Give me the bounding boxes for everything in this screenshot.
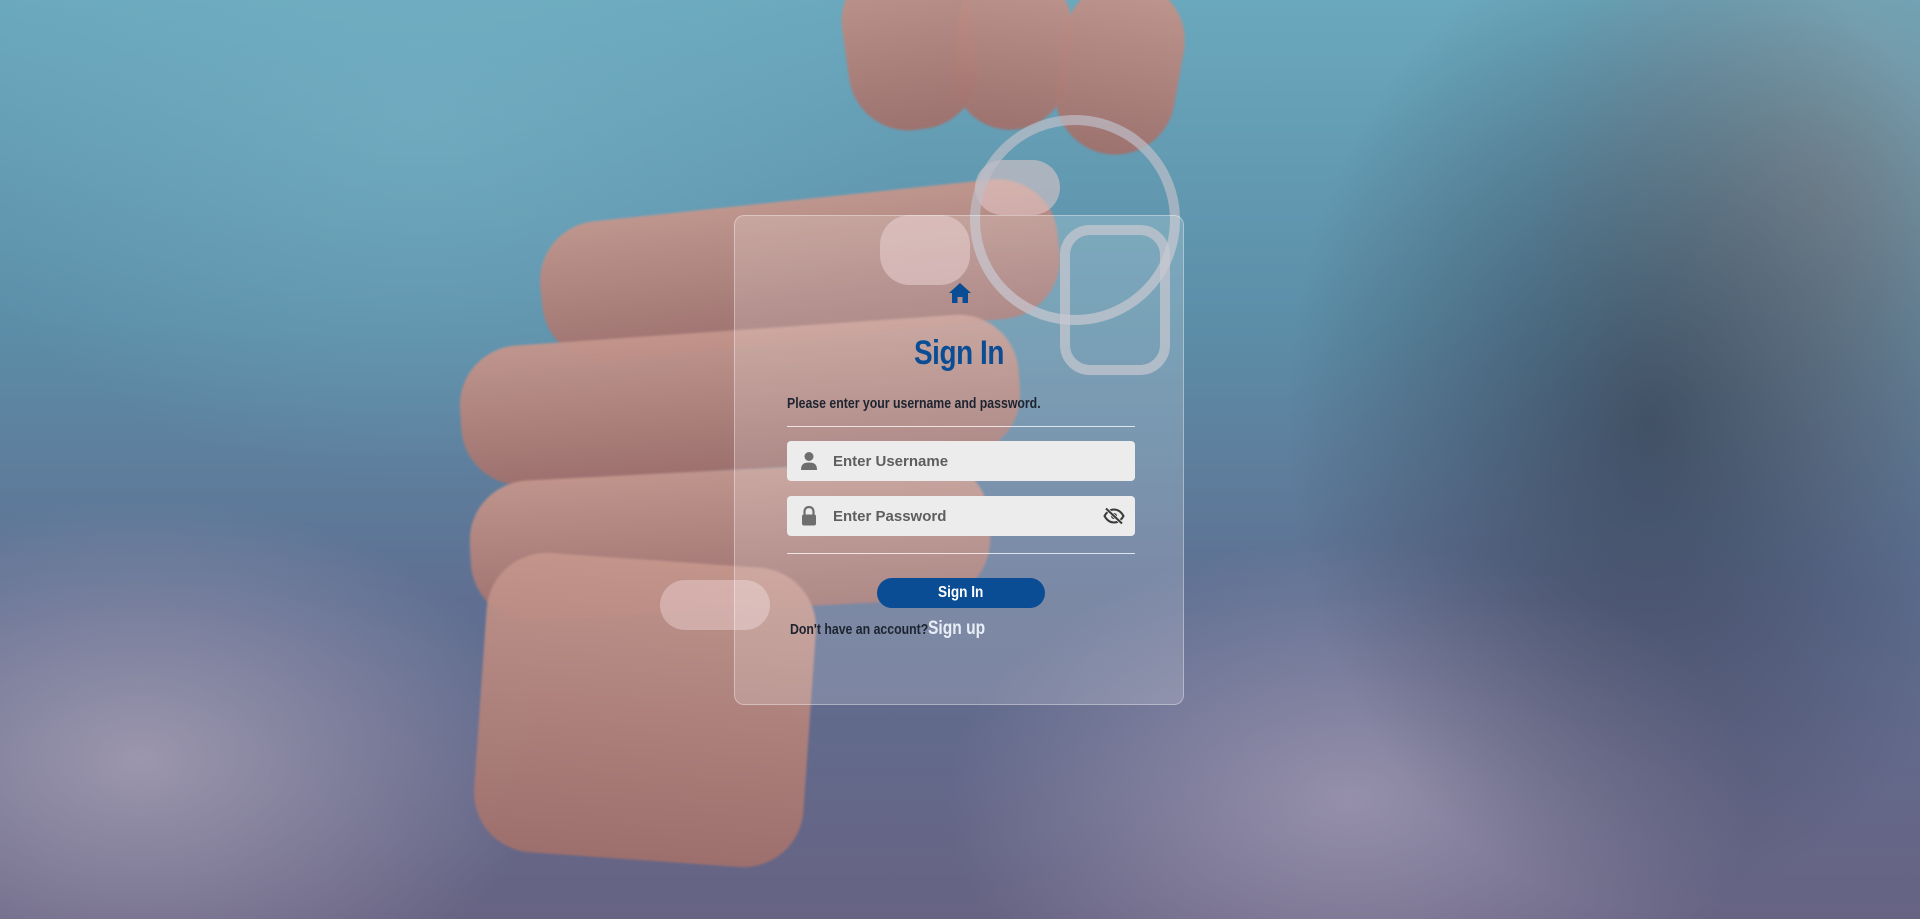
page-title: Sign In xyxy=(913,334,1005,372)
home-icon xyxy=(949,283,971,303)
sign-in-card: Sign In Please enter your username and p… xyxy=(734,215,1184,705)
sign-in-button[interactable]: Sign In xyxy=(877,578,1045,608)
username-input[interactable] xyxy=(833,441,1093,481)
sign-in-button-label: Sign In xyxy=(938,584,984,601)
sign-up-link[interactable]: Sign up xyxy=(928,618,985,640)
lock-icon xyxy=(802,506,816,526)
password-input[interactable] xyxy=(833,496,1093,536)
bottom-divider xyxy=(787,553,1135,554)
signup-prompt-row: Don't have an account? Sign up xyxy=(790,618,985,639)
top-divider xyxy=(787,426,1135,427)
username-field[interactable] xyxy=(787,441,1135,481)
eye-slash-icon[interactable] xyxy=(1103,507,1125,525)
sign-in-instructions: Please enter your username and password. xyxy=(787,395,1041,412)
signup-prompt-text: Don't have an account? xyxy=(790,621,929,638)
password-field[interactable] xyxy=(787,496,1135,536)
user-icon xyxy=(801,452,817,470)
